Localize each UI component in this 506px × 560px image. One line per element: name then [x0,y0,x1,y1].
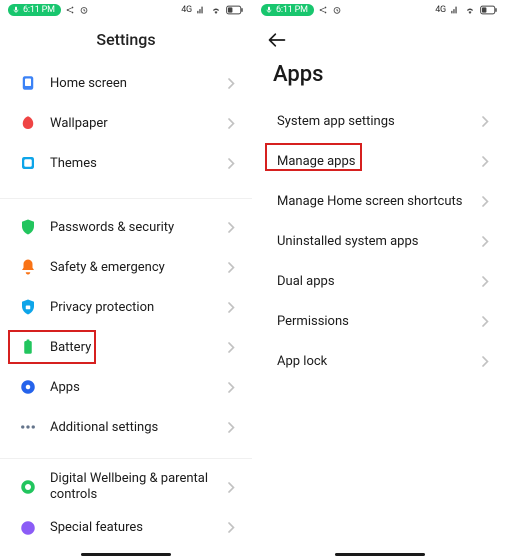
wallpaper-icon [18,113,38,133]
arrow-left-icon [267,32,287,48]
row-label: Digital Wellbeing & parental controls [38,467,224,508]
wifi-icon [210,5,222,15]
recording-indicator: 6:11 PM [8,4,61,16]
row-wallpaper[interactable]: Wallpaper [0,103,252,143]
signal-4g: 4G [181,5,192,15]
chevron-right-icon [478,354,492,368]
signal-icon [450,5,460,15]
privacy-icon [18,297,38,317]
share-icon [65,5,75,15]
chevron-right-icon [478,154,492,168]
chevron-right-icon [224,300,238,314]
row-system-app-settings[interactable]: System app settings [253,101,506,141]
share-icon [318,5,328,15]
row-permissions[interactable]: Permissions [253,301,506,341]
row-digital-wellbeing[interactable]: Digital Wellbeing & parental controls [0,467,252,508]
chevron-right-icon [478,194,492,208]
row-themes[interactable]: Themes [0,143,252,183]
row-uninstalled-system-apps[interactable]: Uninstalled system apps [253,221,506,261]
chevron-right-icon [224,420,238,434]
row-label: System app settings [271,114,478,129]
row-label: Privacy protection [38,300,224,315]
chevron-right-icon [478,114,492,128]
row-label: Manage apps [271,154,478,169]
status-time: 6:11 PM [23,5,55,15]
row-manage-apps[interactable]: Manage apps [253,141,506,181]
chevron-right-icon [224,156,238,170]
gesture-bar[interactable] [335,553,425,556]
recording-indicator: 6:11 PM [261,4,314,16]
wifi-icon [464,5,476,15]
apps-screen: 6:11 PM 4G Apps System app settings Mana… [253,0,506,560]
chevron-right-icon [224,380,238,394]
row-battery[interactable]: Battery [0,327,252,367]
chevron-right-icon [478,314,492,328]
row-label: Battery [38,340,224,355]
special-icon [18,518,38,538]
signal-icon [196,5,206,15]
bell-icon [18,257,38,277]
themes-icon [18,153,38,173]
row-label: Manage Home screen shortcuts [271,194,478,209]
alarm-icon [79,5,89,15]
row-manage-home-shortcuts[interactable]: Manage Home screen shortcuts [253,181,506,221]
alarm-icon [332,5,342,15]
gear-icon [18,377,38,397]
wellbeing-icon [18,477,38,497]
apps-list: System app settings Manage apps Manage H… [253,101,506,381]
status-time: 6:11 PM [276,5,308,15]
page-title: Settings [0,20,252,63]
row-passwords-security[interactable]: Passwords & security [0,207,252,247]
row-dual-apps[interactable]: Dual apps [253,261,506,301]
row-label: Special features [38,520,224,535]
row-label: App lock [271,354,478,369]
battery-icon [18,337,38,357]
gesture-bar[interactable] [81,553,171,556]
battery-icon-status [480,5,498,15]
dots-icon [18,417,38,437]
row-apps[interactable]: Apps [0,367,252,407]
shield-icon [18,217,38,237]
chevron-right-icon [224,260,238,274]
mic-icon [265,6,273,14]
chevron-right-icon [224,521,238,535]
row-label: Themes [38,156,224,171]
row-privacy-protection[interactable]: Privacy protection [0,287,252,327]
row-label: Passwords & security [38,220,224,235]
chevron-right-icon [224,480,238,494]
mic-icon [12,6,20,14]
signal-4g: 4G [435,5,446,15]
status-bar: 6:11 PM 4G [253,0,506,20]
row-label: Additional settings [38,420,224,435]
chevron-right-icon [224,340,238,354]
row-label: Permissions [271,314,478,329]
chevron-right-icon [478,274,492,288]
row-app-lock[interactable]: App lock [253,341,506,381]
row-label: Apps [38,380,224,395]
page-title: Apps [253,48,506,101]
home-screen-icon [18,73,38,93]
row-home-screen[interactable]: Home screen [0,63,252,103]
row-label: Dual apps [271,274,478,289]
row-additional-settings[interactable]: Additional settings [0,407,252,447]
row-label: Uninstalled system apps [271,234,478,249]
row-label: Home screen [38,76,224,91]
battery-icon-status [226,5,244,15]
settings-list: Home screen Wallpaper Themes Passwords &… [0,63,252,548]
chevron-right-icon [224,116,238,130]
row-label: Wallpaper [38,116,224,131]
chevron-right-icon [224,76,238,90]
row-safety-emergency[interactable]: Safety & emergency [0,247,252,287]
status-bar: 6:11 PM 4G [0,0,252,20]
chevron-right-icon [478,234,492,248]
back-button[interactable] [253,20,506,48]
settings-screen: 6:11 PM 4G Settings Home screen Wallpape… [0,0,253,560]
row-special-features[interactable]: Special features [0,508,252,548]
row-label: Safety & emergency [38,260,224,275]
chevron-right-icon [224,220,238,234]
